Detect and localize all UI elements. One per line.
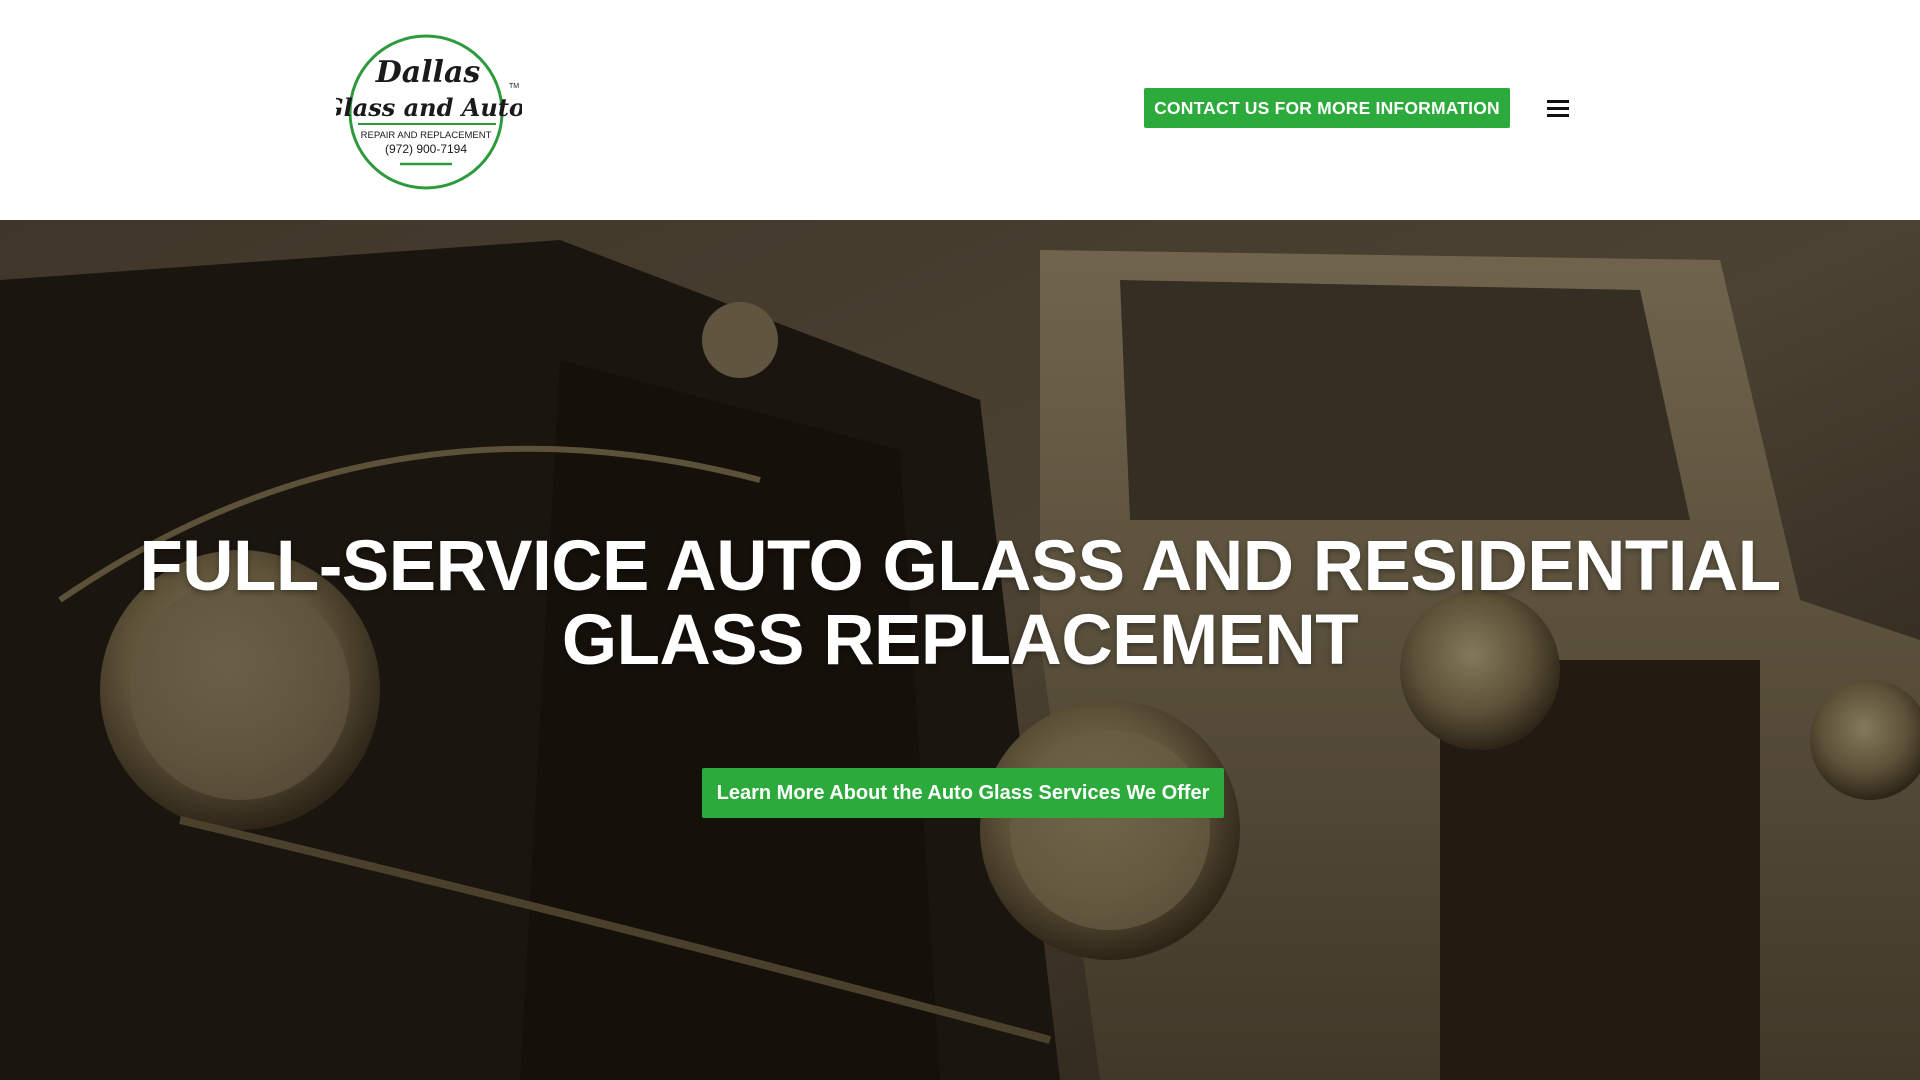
hero-title: FULL-SERVICE AUTO GLASS AND RESIDENTIAL … (139, 527, 1781, 680)
hamburger-menu-icon[interactable] (1542, 94, 1574, 122)
menu-bar (1547, 106, 1569, 110)
logo-phone: (972) 900-7194 (385, 142, 467, 156)
logo-line2: Glass and Auto (336, 93, 522, 122)
site-header: Dallas Glass and Auto TM REPAIR AND REPL… (0, 0, 1920, 220)
menu-bar (1547, 113, 1569, 117)
site-logo[interactable]: Dallas Glass and Auto TM REPAIR AND REPL… (336, 32, 522, 192)
logo-line1: Dallas (375, 55, 481, 90)
logo-tagline: REPAIR AND REPLACEMENT (361, 130, 492, 141)
learn-more-button[interactable]: Learn More About the Auto Glass Services… (702, 768, 1224, 818)
contact-us-button[interactable]: CONTACT US FOR MORE INFORMATION (1144, 88, 1510, 128)
logo-emblem: Dallas Glass and Auto TM REPAIR AND REPL… (336, 34, 522, 190)
menu-bar (1547, 99, 1569, 103)
hero-section: FULL-SERVICE AUTO GLASS AND RESIDENTIAL … (0, 220, 1920, 1080)
logo-trademark: TM (509, 83, 519, 90)
